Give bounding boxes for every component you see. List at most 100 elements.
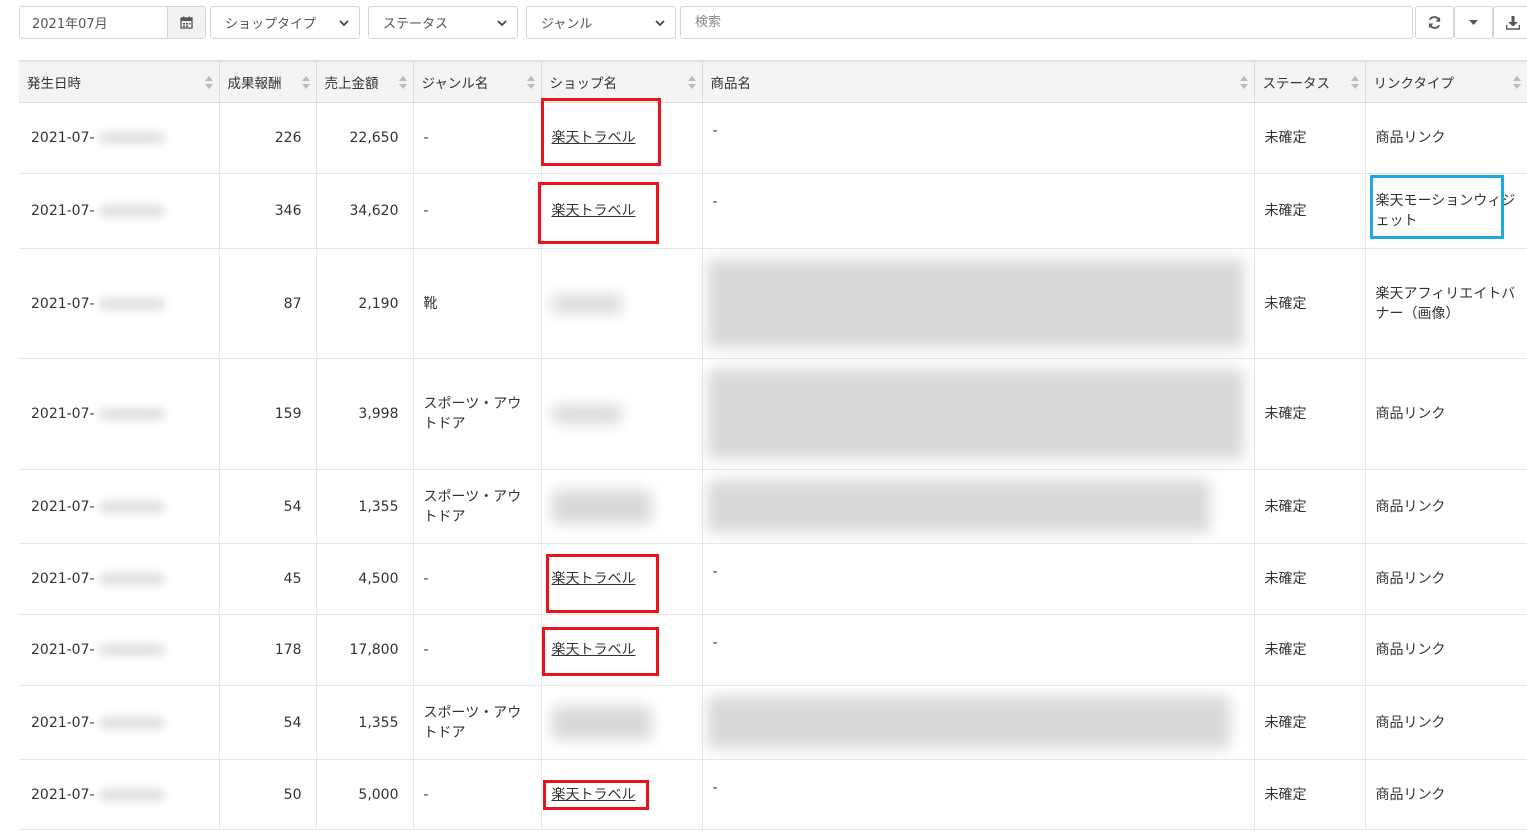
- cell-link-type: 楽天モーションウィジェット: [1365, 173, 1527, 249]
- cell-sales: 5,000: [316, 759, 414, 830]
- month-picker[interactable]: 2021年07月: [19, 6, 206, 39]
- shop-link[interactable]: 楽天トラベル: [552, 203, 636, 219]
- options-dropdown-button[interactable]: [1454, 6, 1493, 39]
- search-input[interactable]: [693, 14, 1412, 31]
- cell-product: -: [702, 614, 1255, 686]
- cell-product: [702, 469, 1255, 544]
- cell-status: 未確定: [1254, 248, 1366, 359]
- cell-genre: スポーツ・アウトドア: [413, 685, 542, 760]
- shop-link[interactable]: 楽天トラベル: [552, 642, 636, 658]
- cell-genre: 靴: [413, 248, 542, 359]
- cell-reward: 178: [219, 614, 317, 686]
- cell-shop: [541, 685, 703, 760]
- status-select[interactable]: ステータス: [368, 6, 518, 39]
- shop-type-label: ショップタイプ: [225, 17, 317, 32]
- cell-product: [702, 685, 1255, 760]
- cell-shop: 楽天トラベル: [541, 759, 703, 830]
- sort-icon: [1350, 76, 1359, 89]
- cell-status: 未確定: [1254, 173, 1366, 249]
- cell-reward: 45: [219, 543, 317, 615]
- cell-date: 2021-07-: [19, 248, 220, 359]
- table-row: 2021-07- 346 34,620 - 楽天トラベル - 未確定 楽天モーシ…: [19, 173, 1527, 249]
- shop-link[interactable]: 楽天トラベル: [552, 787, 636, 803]
- cell-product: -: [702, 759, 1255, 830]
- cell-shop: 楽天トラベル: [541, 173, 703, 249]
- shop-link[interactable]: 楽天トラベル: [552, 571, 636, 587]
- redacted-shop: [551, 294, 622, 313]
- cell-link-type: 商品リンク: [1365, 685, 1527, 760]
- refresh-icon: [1428, 16, 1441, 29]
- cell-link-type: 商品リンク: [1365, 469, 1527, 544]
- cell-date: 2021-07-: [19, 469, 220, 544]
- genre-select[interactable]: ジャンル: [526, 6, 676, 39]
- column-header-sales[interactable]: 売上金額: [316, 62, 414, 103]
- cell-status: 未確定: [1254, 759, 1366, 830]
- cell-link-type: 商品リンク: [1365, 759, 1527, 830]
- sort-icon: [526, 76, 535, 89]
- cell-shop: 楽天トラベル: [541, 102, 703, 174]
- redacted-shop: [551, 489, 652, 524]
- column-header-genre[interactable]: ジャンル名: [413, 62, 542, 103]
- column-header-link-type[interactable]: リンクタイプ: [1365, 62, 1527, 103]
- cell-sales: 2,190: [316, 248, 414, 359]
- refresh-button[interactable]: [1415, 6, 1454, 39]
- cell-genre: -: [413, 614, 542, 686]
- shop-link[interactable]: 楽天トラベル: [552, 130, 636, 146]
- calendar-icon[interactable]: [167, 7, 205, 38]
- cell-link-type: 楽天アフィリエイトバナー（画像）: [1365, 248, 1527, 359]
- column-header-product[interactable]: 商品名: [702, 62, 1255, 103]
- cell-date: 2021-07-: [19, 173, 220, 249]
- cell-link-type: 商品リンク: [1365, 543, 1527, 615]
- cell-status: 未確定: [1254, 614, 1366, 686]
- cell-shop: [541, 248, 703, 359]
- column-header-status[interactable]: ステータス: [1254, 62, 1366, 103]
- redacted-shop: [551, 705, 652, 740]
- sort-icon: [398, 76, 407, 89]
- sort-icon: [204, 76, 213, 89]
- cell-sales: 3,998: [316, 358, 414, 470]
- cell-shop: [541, 358, 703, 470]
- cell-genre: -: [413, 759, 542, 830]
- cell-status: 未確定: [1254, 685, 1366, 760]
- cell-link-type: 商品リンク: [1365, 102, 1527, 174]
- cell-genre: スポーツ・アウトドア: [413, 469, 542, 544]
- chevron-down-icon: [655, 19, 665, 26]
- column-header-date[interactable]: 発生日時: [19, 62, 220, 103]
- column-header-shop[interactable]: ショップ名: [541, 62, 703, 103]
- cell-shop: 楽天トラベル: [541, 543, 703, 615]
- caret-down-icon: [1469, 19, 1478, 25]
- sort-icon: [1239, 76, 1248, 89]
- cell-reward: 50: [219, 759, 317, 830]
- cell-sales: 1,355: [316, 685, 414, 760]
- column-header-reward[interactable]: 成果報酬: [219, 62, 317, 103]
- redacted-product: [706, 480, 1210, 533]
- cell-shop: 楽天トラベル: [541, 614, 703, 686]
- sort-icon: [1512, 76, 1521, 89]
- table-row: 2021-07- 226 22,650 - 楽天トラベル - 未確定 商品リンク: [19, 102, 1527, 174]
- download-button[interactable]: [1493, 6, 1527, 39]
- cell-reward: 87: [219, 248, 317, 359]
- status-label: ステータス: [383, 17, 449, 32]
- cell-date: 2021-07-: [19, 358, 220, 470]
- table-row: 2021-07- 87 2,190 靴 未確定 楽天アフィリエイトバナー（画像）: [19, 248, 1527, 359]
- results-table: 発生日時 成果報酬 売上金額 ジャンル名 ショップ名 商品名 ステータス リンク…: [19, 62, 1527, 830]
- cell-sales: 4,500: [316, 543, 414, 615]
- download-icon: [1506, 15, 1520, 30]
- cell-date: 2021-07-: [19, 685, 220, 760]
- redacted-product: [706, 369, 1244, 459]
- cell-status: 未確定: [1254, 469, 1366, 544]
- cell-sales: 17,800: [316, 614, 414, 686]
- redacted-shop: [551, 405, 622, 423]
- cell-status: 未確定: [1254, 543, 1366, 615]
- search-box[interactable]: [680, 6, 1413, 39]
- cell-link-type: 商品リンク: [1365, 358, 1527, 470]
- results-table-container: 発生日時 成果報酬 売上金額 ジャンル名 ショップ名 商品名 ステータス リンク…: [19, 60, 1527, 838]
- cell-sales: 34,620: [316, 173, 414, 249]
- cell-date: 2021-07-: [19, 102, 220, 174]
- month-value[interactable]: 2021年07月: [20, 13, 167, 32]
- cell-sales: 22,650: [316, 102, 414, 174]
- table-row: 2021-07- 45 4,500 - 楽天トラベル - 未確定 商品リンク: [19, 543, 1527, 615]
- cell-shop: [541, 469, 703, 544]
- cell-product: [702, 358, 1255, 470]
- shop-type-select[interactable]: ショップタイプ: [210, 6, 360, 39]
